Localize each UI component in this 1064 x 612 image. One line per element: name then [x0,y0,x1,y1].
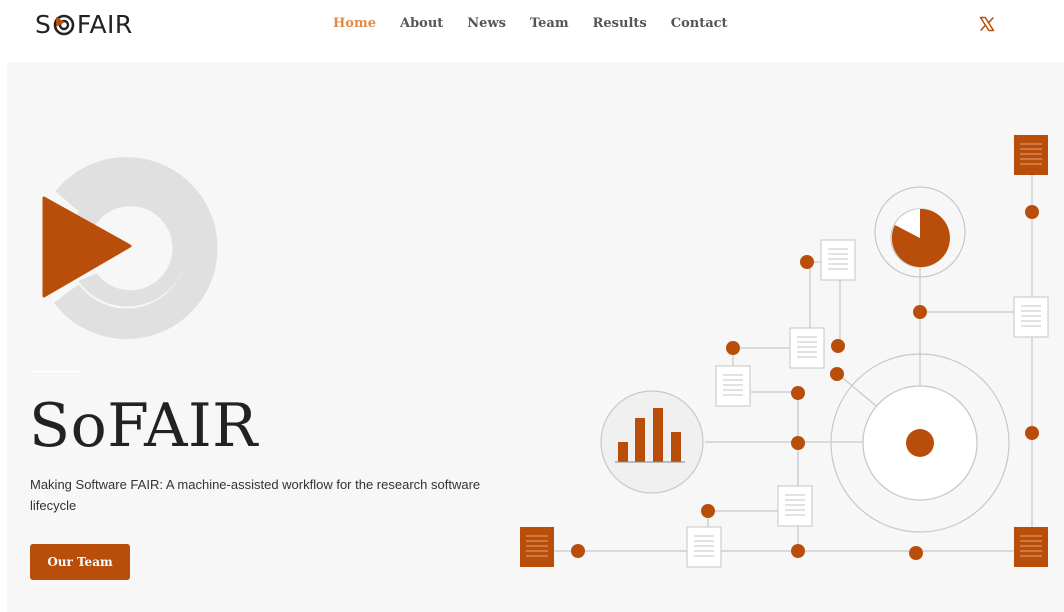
nav-news[interactable]: News [467,16,506,31]
logo-suffix: FAIR [76,9,133,39]
logo-mark-icon [53,14,75,36]
site-logo[interactable]: S FAIR [35,9,133,39]
x-icon[interactable] [979,16,995,32]
document-icon [715,365,751,407]
hero-title: SoFAIR [29,391,258,461]
nav-home[interactable]: Home [333,16,376,31]
our-team-button[interactable]: Our Team [30,544,130,580]
hero-subtitle: Making Software FAIR: A machine-assisted… [30,477,481,513]
bar-chart-icon [600,390,704,494]
nav-team[interactable]: Team [530,16,569,31]
nav-contact[interactable]: Contact [671,16,728,31]
nav-results[interactable]: Results [593,16,647,31]
document-icon [1013,526,1049,568]
logo-prefix: S [35,9,51,39]
nav-about[interactable]: About [400,16,443,31]
document-icon [820,239,856,281]
document-icon [1013,296,1049,338]
main-nav: Home About News Team Results Contact [333,16,752,31]
document-icon [686,526,722,568]
hero-emblem-icon [42,157,218,340]
hero-divider [30,371,80,372]
document-icon [789,327,825,369]
document-icon [1013,134,1049,176]
document-icon [519,526,555,568]
site-header: S FAIR Home About News Team Results Cont… [0,0,1064,62]
document-icon [777,485,813,527]
network-illustration [519,134,1049,568]
